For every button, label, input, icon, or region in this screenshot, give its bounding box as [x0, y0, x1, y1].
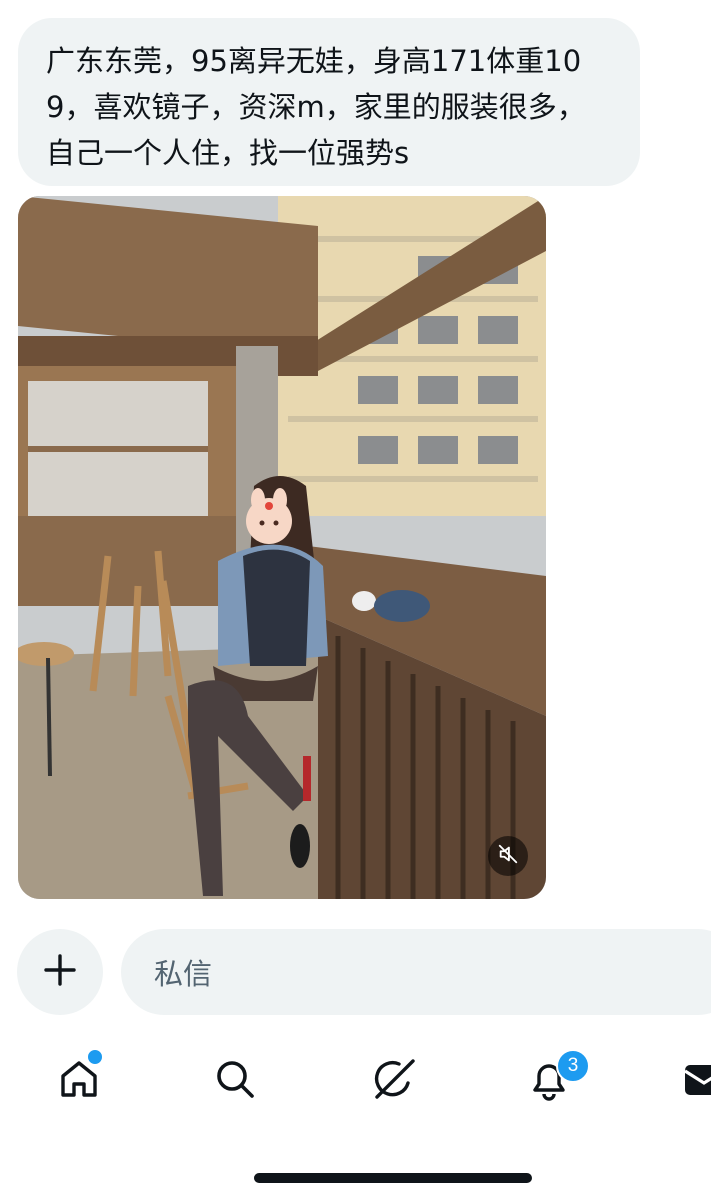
envelope-icon: [679, 1057, 711, 1105]
plus-icon: [43, 953, 77, 991]
photo-scene: [18, 196, 546, 899]
search-icon: [213, 1057, 257, 1105]
media-attachment[interactable]: [18, 196, 546, 899]
speaker-muted-icon: [497, 843, 519, 869]
tab-search[interactable]: [210, 1056, 260, 1106]
direct-message-input[interactable]: 私信: [121, 929, 711, 1015]
tab-messages[interactable]: [676, 1056, 711, 1106]
home-unread-dot: [86, 1048, 104, 1066]
mute-toggle-button[interactable]: [488, 836, 528, 876]
direct-message-placeholder: 私信: [154, 957, 213, 991]
tab-grok[interactable]: [368, 1056, 418, 1106]
home-indicator: [254, 1173, 532, 1183]
bottom-tab-bar: [0, 1040, 711, 1130]
notifications-badge: 3: [556, 1049, 590, 1083]
message-bubble[interactable]: 广东东莞，95离异无娃，身高171体重109，喜欢镜子，资深m，家里的服装很多，…: [18, 18, 640, 186]
add-media-button[interactable]: [17, 929, 103, 1015]
grok-icon: [369, 1055, 417, 1107]
